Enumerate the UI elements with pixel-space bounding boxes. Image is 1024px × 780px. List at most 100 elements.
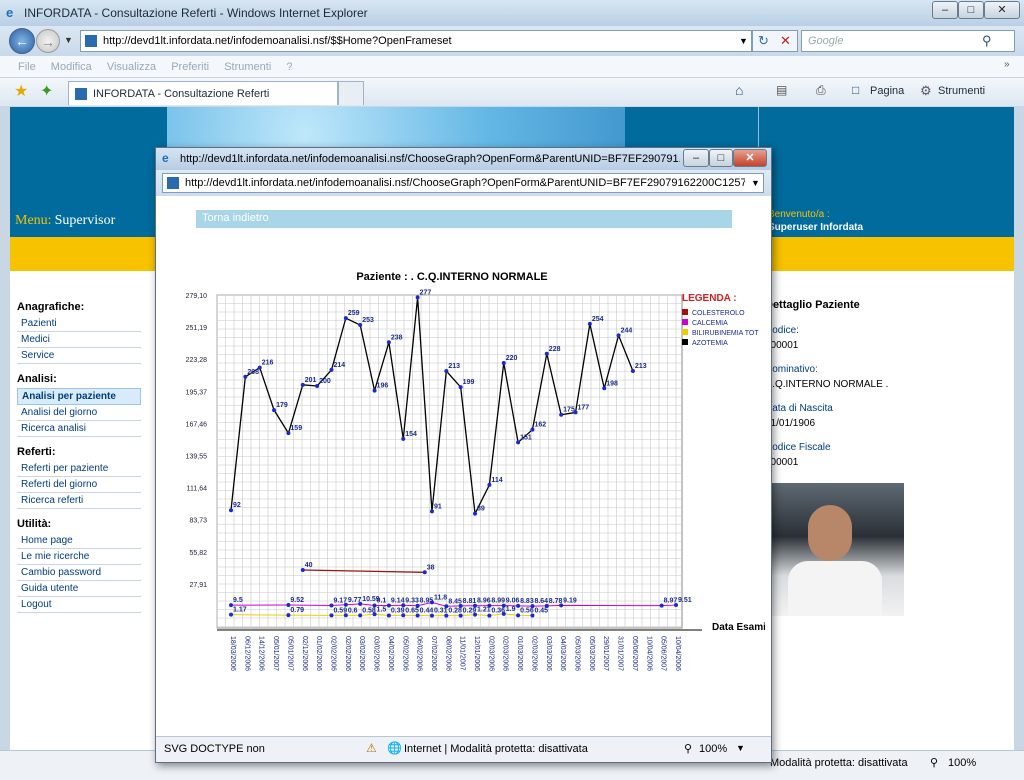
data-label: 1.5	[377, 606, 387, 613]
code-value: 000001	[765, 340, 799, 351]
nav-link-service[interactable]: Service	[17, 348, 141, 364]
x-tick-label: 12/01/2006	[473, 636, 480, 671]
x-tick-label: 10/04/2006	[645, 636, 652, 671]
nav-link-pazienti[interactable]: Pazienti	[17, 316, 141, 332]
search-box[interactable]: Google ⚲	[801, 30, 1015, 52]
nav-link-guida-utente[interactable]: Guida utente	[17, 581, 141, 597]
maximize-button[interactable]: □	[958, 1, 984, 19]
address-dropdown-icon[interactable]: ▼	[739, 36, 748, 46]
popup-minimize-button[interactable]: –	[683, 149, 709, 167]
legend-label: CALCEMIA	[692, 320, 728, 327]
data-label: 228	[549, 346, 561, 353]
y-tick-label: 111,64	[187, 486, 207, 493]
feeds-icon[interactable]: ▤	[776, 83, 787, 97]
data-label: 253	[362, 317, 374, 324]
data-label: 8.64	[534, 598, 548, 605]
x-tick-label: 02/03/2006	[530, 636, 537, 671]
data-label: 177	[578, 404, 590, 411]
data-label: 40	[305, 562, 313, 569]
x-tick-label: 02/03/2006	[487, 636, 494, 671]
details-title: Dettaglio Paziente	[765, 299, 860, 311]
welcome-user: Superuser Infordata	[768, 222, 864, 233]
data-label: 9.19	[563, 597, 577, 604]
new-tab-button[interactable]	[338, 81, 364, 105]
nav-link-home-page[interactable]: Home page	[17, 533, 141, 549]
legend-label: AZOTEMIA	[692, 340, 728, 347]
chart: Paziente : . C.Q.INTERNO NORMALE 279,10 25…	[186, 271, 765, 671]
chart-title: Paziente : . C.Q.INTERNO NORMALE	[356, 271, 547, 283]
add-favorite-icon[interactable]: ✦	[40, 81, 53, 101]
nav-link-analisi-del-giorno[interactable]: Analisi del giorno	[17, 405, 141, 421]
data-label: 254	[592, 316, 604, 323]
tools-gear-icon: ⚙	[920, 83, 932, 98]
menu-modifica[interactable]: Modifica	[51, 61, 92, 73]
nav-link-referti-per-paziente[interactable]: Referti per paziente	[17, 461, 141, 477]
x-tick-label: 03/02/2006	[373, 636, 380, 671]
menu-help[interactable]: ?	[286, 61, 292, 73]
nav-link-medici[interactable]: Medici	[17, 332, 141, 348]
print-icon[interactable]: ⎙	[816, 83, 826, 98]
page-icon: □	[852, 83, 860, 97]
nav-section-utilita: Utilità:	[17, 518, 52, 530]
x-tick-label: 01/02/2006	[315, 636, 322, 671]
menu-visualizza[interactable]: Visualizza	[107, 61, 156, 73]
data-label: 11.8	[434, 594, 447, 601]
x-tick-label: 05/06/2007	[660, 636, 667, 671]
nav-link-cambio-password[interactable]: Cambio password	[17, 565, 141, 581]
browser-tab[interactable]: INFORDATA - Consultazione Referti	[68, 81, 338, 105]
data-label: 244	[621, 327, 633, 334]
y-tick-label: 167,46	[186, 421, 208, 428]
data-label: 277	[420, 289, 432, 296]
status-zoom[interactable]: 100%	[948, 757, 976, 769]
data-label: 201	[305, 377, 317, 384]
nav-link-analisi-per-paziente[interactable]: Analisi per paziente	[17, 388, 141, 405]
browser-menubar: File Modifica Visualizza Preferiti Strum…	[0, 56, 1024, 78]
home-icon[interactable]: ⌂	[735, 82, 743, 98]
data-label: 220	[506, 355, 518, 362]
stop-icon[interactable]: ✕	[780, 33, 791, 49]
x-tick-label: 02/12/2006	[301, 636, 308, 671]
menu-preferiti[interactable]: Preferiti	[171, 61, 209, 73]
nav-link-logout[interactable]: Logout	[17, 597, 141, 613]
data-label: 213	[635, 363, 647, 370]
search-icon[interactable]: ⚲	[982, 33, 992, 49]
address-bar[interactable]: http://devd1lt.infordata.net/infodemoana…	[80, 30, 752, 52]
page-menu[interactable]: Pagina	[870, 85, 904, 97]
menu-file[interactable]: File	[18, 61, 36, 73]
welcome-label: Benvenuto/a :	[768, 209, 830, 220]
y-tick-label: 83,73	[189, 518, 207, 525]
forward-button[interactable]: →	[36, 29, 60, 53]
tools-menu[interactable]: Strumenti	[938, 85, 985, 97]
nav-link-referti-del-giorno[interactable]: Referti del giorno	[17, 477, 141, 493]
back-button[interactable]: ←	[9, 28, 35, 54]
x-tick-label: 06/02/2006	[416, 636, 423, 671]
tab-favicon-icon	[75, 88, 87, 100]
data-label: 162	[534, 422, 546, 429]
popup-maximize-button[interactable]: □	[709, 149, 733, 167]
x-tick-label: 14/12/2006	[258, 636, 265, 671]
x-tick-label: 05/03/2006	[574, 636, 581, 671]
data-label: 208	[247, 369, 259, 376]
x-tick-label: 18/03/2006	[229, 636, 236, 671]
menu-strumenti[interactable]: Strumenti	[224, 61, 271, 73]
ie-logo-icon: e	[6, 5, 14, 20]
data-label: 0.31	[434, 608, 448, 615]
popup-address-bar[interactable]: http://devd1lt.infordata.net/infodemoana…	[162, 173, 764, 193]
nav-link-le-mie-ricerche[interactable]: Le mie ricerche	[17, 549, 141, 565]
popup-address-dropdown-icon[interactable]: ▼	[751, 178, 760, 188]
minimize-button[interactable]: –	[932, 1, 958, 19]
favorites-star-icon[interactable]: ★	[14, 81, 28, 101]
data-label: 1.17	[233, 607, 247, 614]
popup-favicon-icon	[167, 177, 179, 189]
popup-zoom-dropdown-icon[interactable]: ▼	[736, 743, 745, 753]
nav-link-ricerca-analisi[interactable]: Ricerca analisi	[17, 421, 141, 437]
popup-statusbar: SVG DOCTYPE non ⚠ 🌐 Internet | Modalità …	[156, 736, 771, 762]
history-dropdown-icon[interactable]: ▼	[64, 35, 73, 45]
nav-link-ricerca-referti[interactable]: Ricerca referti	[17, 493, 141, 509]
back-link[interactable]: Torna indietro	[196, 210, 732, 228]
close-button[interactable]: ✕	[984, 1, 1020, 19]
popup-close-button[interactable]: ✕	[733, 149, 767, 167]
popup-status-zoom[interactable]: 100%	[699, 743, 727, 755]
refresh-icon[interactable]: ↻	[758, 33, 769, 49]
menu-chevron-icon[interactable]: »	[1004, 59, 1010, 70]
